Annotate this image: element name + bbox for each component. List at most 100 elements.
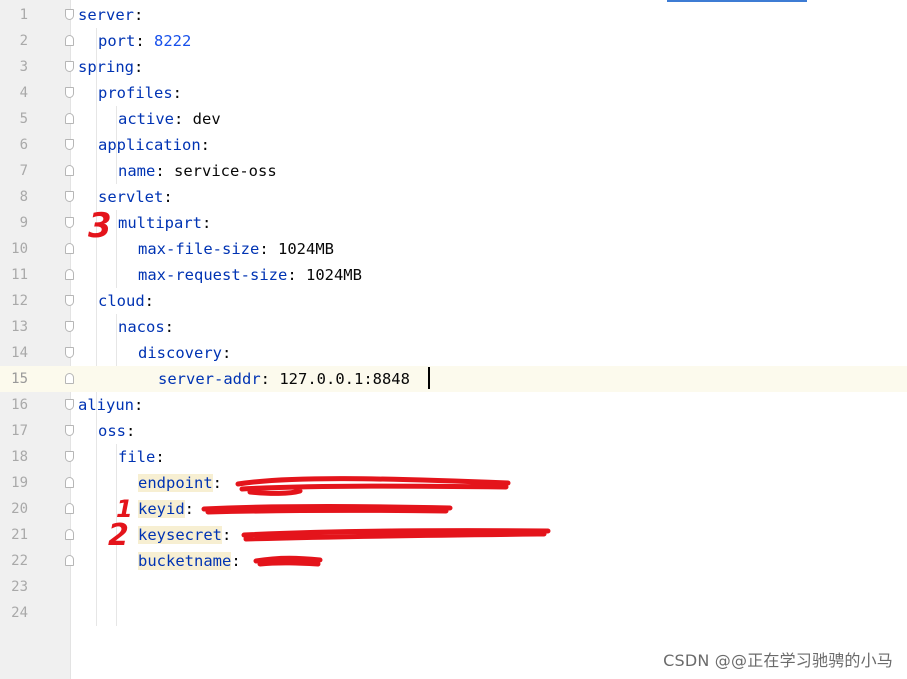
yaml-key: spring bbox=[78, 58, 134, 76]
code-line[interactable]: 11 max-request-size: 1024MB bbox=[0, 262, 907, 288]
code-text: application: bbox=[98, 132, 210, 158]
code-text: cloud: bbox=[98, 288, 154, 314]
code-line[interactable]: 12 cloud: bbox=[0, 288, 907, 314]
line-number: 23 bbox=[11, 579, 28, 595]
fold-collapse-icon[interactable] bbox=[65, 347, 74, 358]
yaml-separator: : bbox=[155, 162, 174, 180]
yaml-separator: : bbox=[144, 292, 155, 310]
yaml-separator: : bbox=[155, 448, 165, 466]
code-line[interactable]: 4 profiles: bbox=[0, 80, 907, 106]
code-line[interactable]: 2 port: 8222 bbox=[0, 28, 907, 54]
line-number: 8 bbox=[19, 189, 28, 205]
fold-collapse-icon[interactable] bbox=[65, 399, 74, 410]
line-number: 24 bbox=[11, 605, 28, 621]
code-lines[interactable]: 1 server: 2 port: 8222 3 spring: 4 profiles: 5 ac… bbox=[0, 0, 907, 679]
code-line[interactable]: 3 spring: bbox=[0, 54, 907, 80]
code-line[interactable]: 21 keysecret: bbox=[0, 522, 907, 548]
yaml-separator: : bbox=[126, 422, 136, 440]
fold-collapse-icon[interactable] bbox=[65, 217, 74, 228]
code-line[interactable]: 13 nacos: bbox=[0, 314, 907, 340]
code-line[interactable]: 9 multipart: bbox=[0, 210, 907, 236]
code-line[interactable]: 5 active: dev bbox=[0, 106, 907, 132]
code-text: nacos: bbox=[118, 314, 174, 340]
yaml-key: server-addr bbox=[158, 370, 261, 388]
line-number: 15 bbox=[0, 366, 28, 392]
code-line[interactable]: 24 bbox=[0, 600, 907, 626]
fold-collapse-icon[interactable] bbox=[65, 87, 74, 98]
code-editor[interactable]: 1 server: 2 port: 8222 3 spring: 4 profiles: 5 ac… bbox=[0, 0, 907, 679]
code-text: discovery: bbox=[138, 340, 231, 366]
code-line[interactable]: 23 bbox=[0, 574, 907, 600]
yaml-key: max-request-size bbox=[138, 266, 288, 284]
code-text: keysecret: bbox=[138, 522, 241, 548]
line-number: 1 bbox=[19, 7, 28, 23]
fold-end-icon[interactable] bbox=[65, 165, 74, 176]
yaml-value: 1024MB bbox=[305, 266, 362, 284]
yaml-value: dev bbox=[192, 110, 221, 128]
yaml-key: oss bbox=[98, 422, 126, 440]
fold-end-icon[interactable] bbox=[65, 113, 74, 124]
yaml-separator: : bbox=[222, 344, 232, 362]
yaml-key: bucketname bbox=[138, 552, 232, 570]
fold-end-icon[interactable] bbox=[65, 243, 74, 254]
code-line[interactable]: 20 keyid: bbox=[0, 496, 907, 522]
code-line[interactable]: 22 bucketname: bbox=[0, 548, 907, 574]
code-line[interactable]: 17 oss: bbox=[0, 418, 907, 444]
yaml-key: name bbox=[118, 162, 156, 180]
fold-collapse-icon[interactable] bbox=[65, 139, 74, 150]
fold-end-icon[interactable] bbox=[65, 477, 74, 488]
code-text: keyid: bbox=[138, 496, 203, 522]
yaml-value: 8222 bbox=[154, 32, 192, 50]
code-line[interactable]: 1 server: bbox=[0, 2, 907, 28]
fold-end-icon[interactable] bbox=[65, 529, 74, 540]
fold-end-icon[interactable] bbox=[65, 269, 74, 280]
yaml-separator: : bbox=[202, 214, 212, 232]
fold-collapse-icon[interactable] bbox=[65, 321, 74, 332]
line-number: 19 bbox=[11, 475, 28, 491]
code-line[interactable]: 14 discovery: bbox=[0, 340, 907, 366]
yaml-separator: : bbox=[135, 32, 154, 50]
fold-collapse-icon[interactable] bbox=[65, 9, 74, 20]
yaml-key: multipart bbox=[118, 214, 202, 232]
fold-end-icon[interactable] bbox=[65, 35, 74, 46]
fold-collapse-icon[interactable] bbox=[65, 61, 74, 72]
line-number: 20 bbox=[11, 501, 28, 517]
line-number: 2 bbox=[19, 33, 28, 49]
yaml-separator: : bbox=[134, 396, 144, 414]
yaml-separator: : bbox=[134, 6, 144, 24]
code-line[interactable]: 16 aliyun: bbox=[0, 392, 907, 418]
code-text: aliyun: bbox=[78, 392, 143, 418]
code-line[interactable]: 10 max-file-size: 1024MB bbox=[0, 236, 907, 262]
code-line[interactable]: 8 servlet: bbox=[0, 184, 907, 210]
code-text: file: bbox=[118, 444, 165, 470]
yaml-key: nacos bbox=[118, 318, 165, 336]
yaml-separator: : bbox=[164, 318, 175, 336]
line-number: 11 bbox=[11, 267, 28, 283]
fold-end-icon[interactable] bbox=[65, 555, 74, 566]
code-line[interactable]: 6 application: bbox=[0, 132, 907, 158]
fold-collapse-icon[interactable] bbox=[65, 295, 74, 306]
fold-end-icon[interactable] bbox=[65, 373, 74, 384]
yaml-separator: : bbox=[287, 266, 306, 284]
fold-collapse-icon[interactable] bbox=[65, 451, 74, 462]
code-line[interactable]: 18 file: bbox=[0, 444, 907, 470]
fold-end-icon[interactable] bbox=[65, 503, 74, 514]
code-line[interactable]: 19 endpoint: bbox=[0, 470, 907, 496]
code-line[interactable]: 15 server-addr: 127.0.0.1:8848 bbox=[0, 366, 907, 392]
yaml-separator: : bbox=[184, 500, 204, 518]
code-line[interactable]: 7 name: service-oss bbox=[0, 158, 907, 184]
line-number: 13 bbox=[11, 319, 28, 335]
code-text: endpoint: bbox=[138, 470, 231, 496]
annotation-three: 3 bbox=[88, 206, 112, 246]
code-text: name: service-oss bbox=[118, 158, 277, 184]
line-number: 16 bbox=[11, 397, 28, 413]
fold-collapse-icon[interactable] bbox=[65, 425, 74, 436]
annotation-two: 2 bbox=[108, 518, 129, 553]
code-text: bucketname: bbox=[138, 548, 250, 574]
line-number: 9 bbox=[19, 215, 28, 231]
line-number: 5 bbox=[19, 111, 28, 127]
fold-collapse-icon[interactable] bbox=[65, 191, 74, 202]
line-number: 10 bbox=[11, 241, 28, 257]
yaml-separator: : bbox=[231, 552, 250, 570]
yaml-separator: : bbox=[200, 136, 210, 154]
